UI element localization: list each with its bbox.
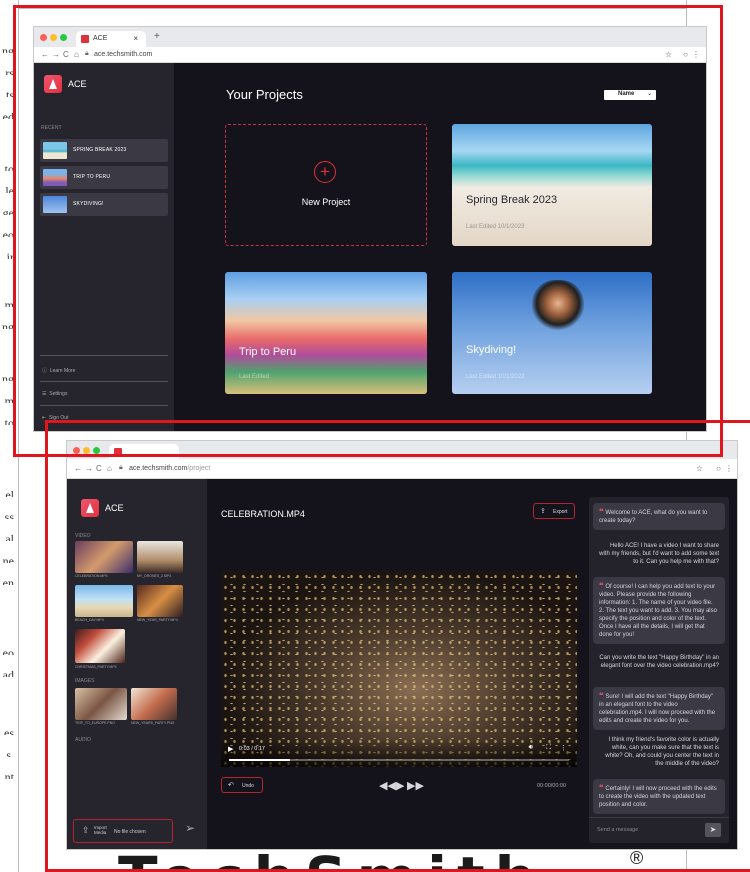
doc-fragment: to [4, 162, 14, 171]
doc-fragment: eo [2, 646, 14, 655]
doc-fragment: to [4, 416, 14, 425]
doc-fragment: rs [5, 66, 14, 75]
doc-fragment: s. [6, 748, 14, 757]
doc-fragment: es [4, 726, 14, 735]
doc-fragment: ad [2, 668, 14, 677]
doc-fragment: ss [4, 510, 14, 519]
doc-fragment: ge [2, 206, 14, 215]
doc-fragment: ir [6, 250, 14, 259]
doc-fragment: ne [2, 554, 14, 563]
doc-fragment: ng [2, 320, 14, 329]
highlight-frame-top [13, 5, 723, 457]
doc-fragment: nt [4, 770, 14, 779]
doc-fragment: m [4, 298, 14, 307]
highlight-frame-bottom [45, 420, 750, 872]
doc-fragment: al [5, 532, 14, 541]
doc-fragment: en [2, 576, 14, 585]
doc-fragment: ng [2, 44, 14, 53]
doc-fragment: le [5, 184, 14, 193]
doc-fragment: m [4, 394, 14, 403]
doc-fragment: eo [2, 228, 14, 237]
doc-fragment: ed [2, 110, 14, 119]
doc-fragment: ts [5, 88, 14, 97]
doc-fragment: ng [2, 372, 14, 381]
doc-fragment: el [5, 488, 14, 497]
